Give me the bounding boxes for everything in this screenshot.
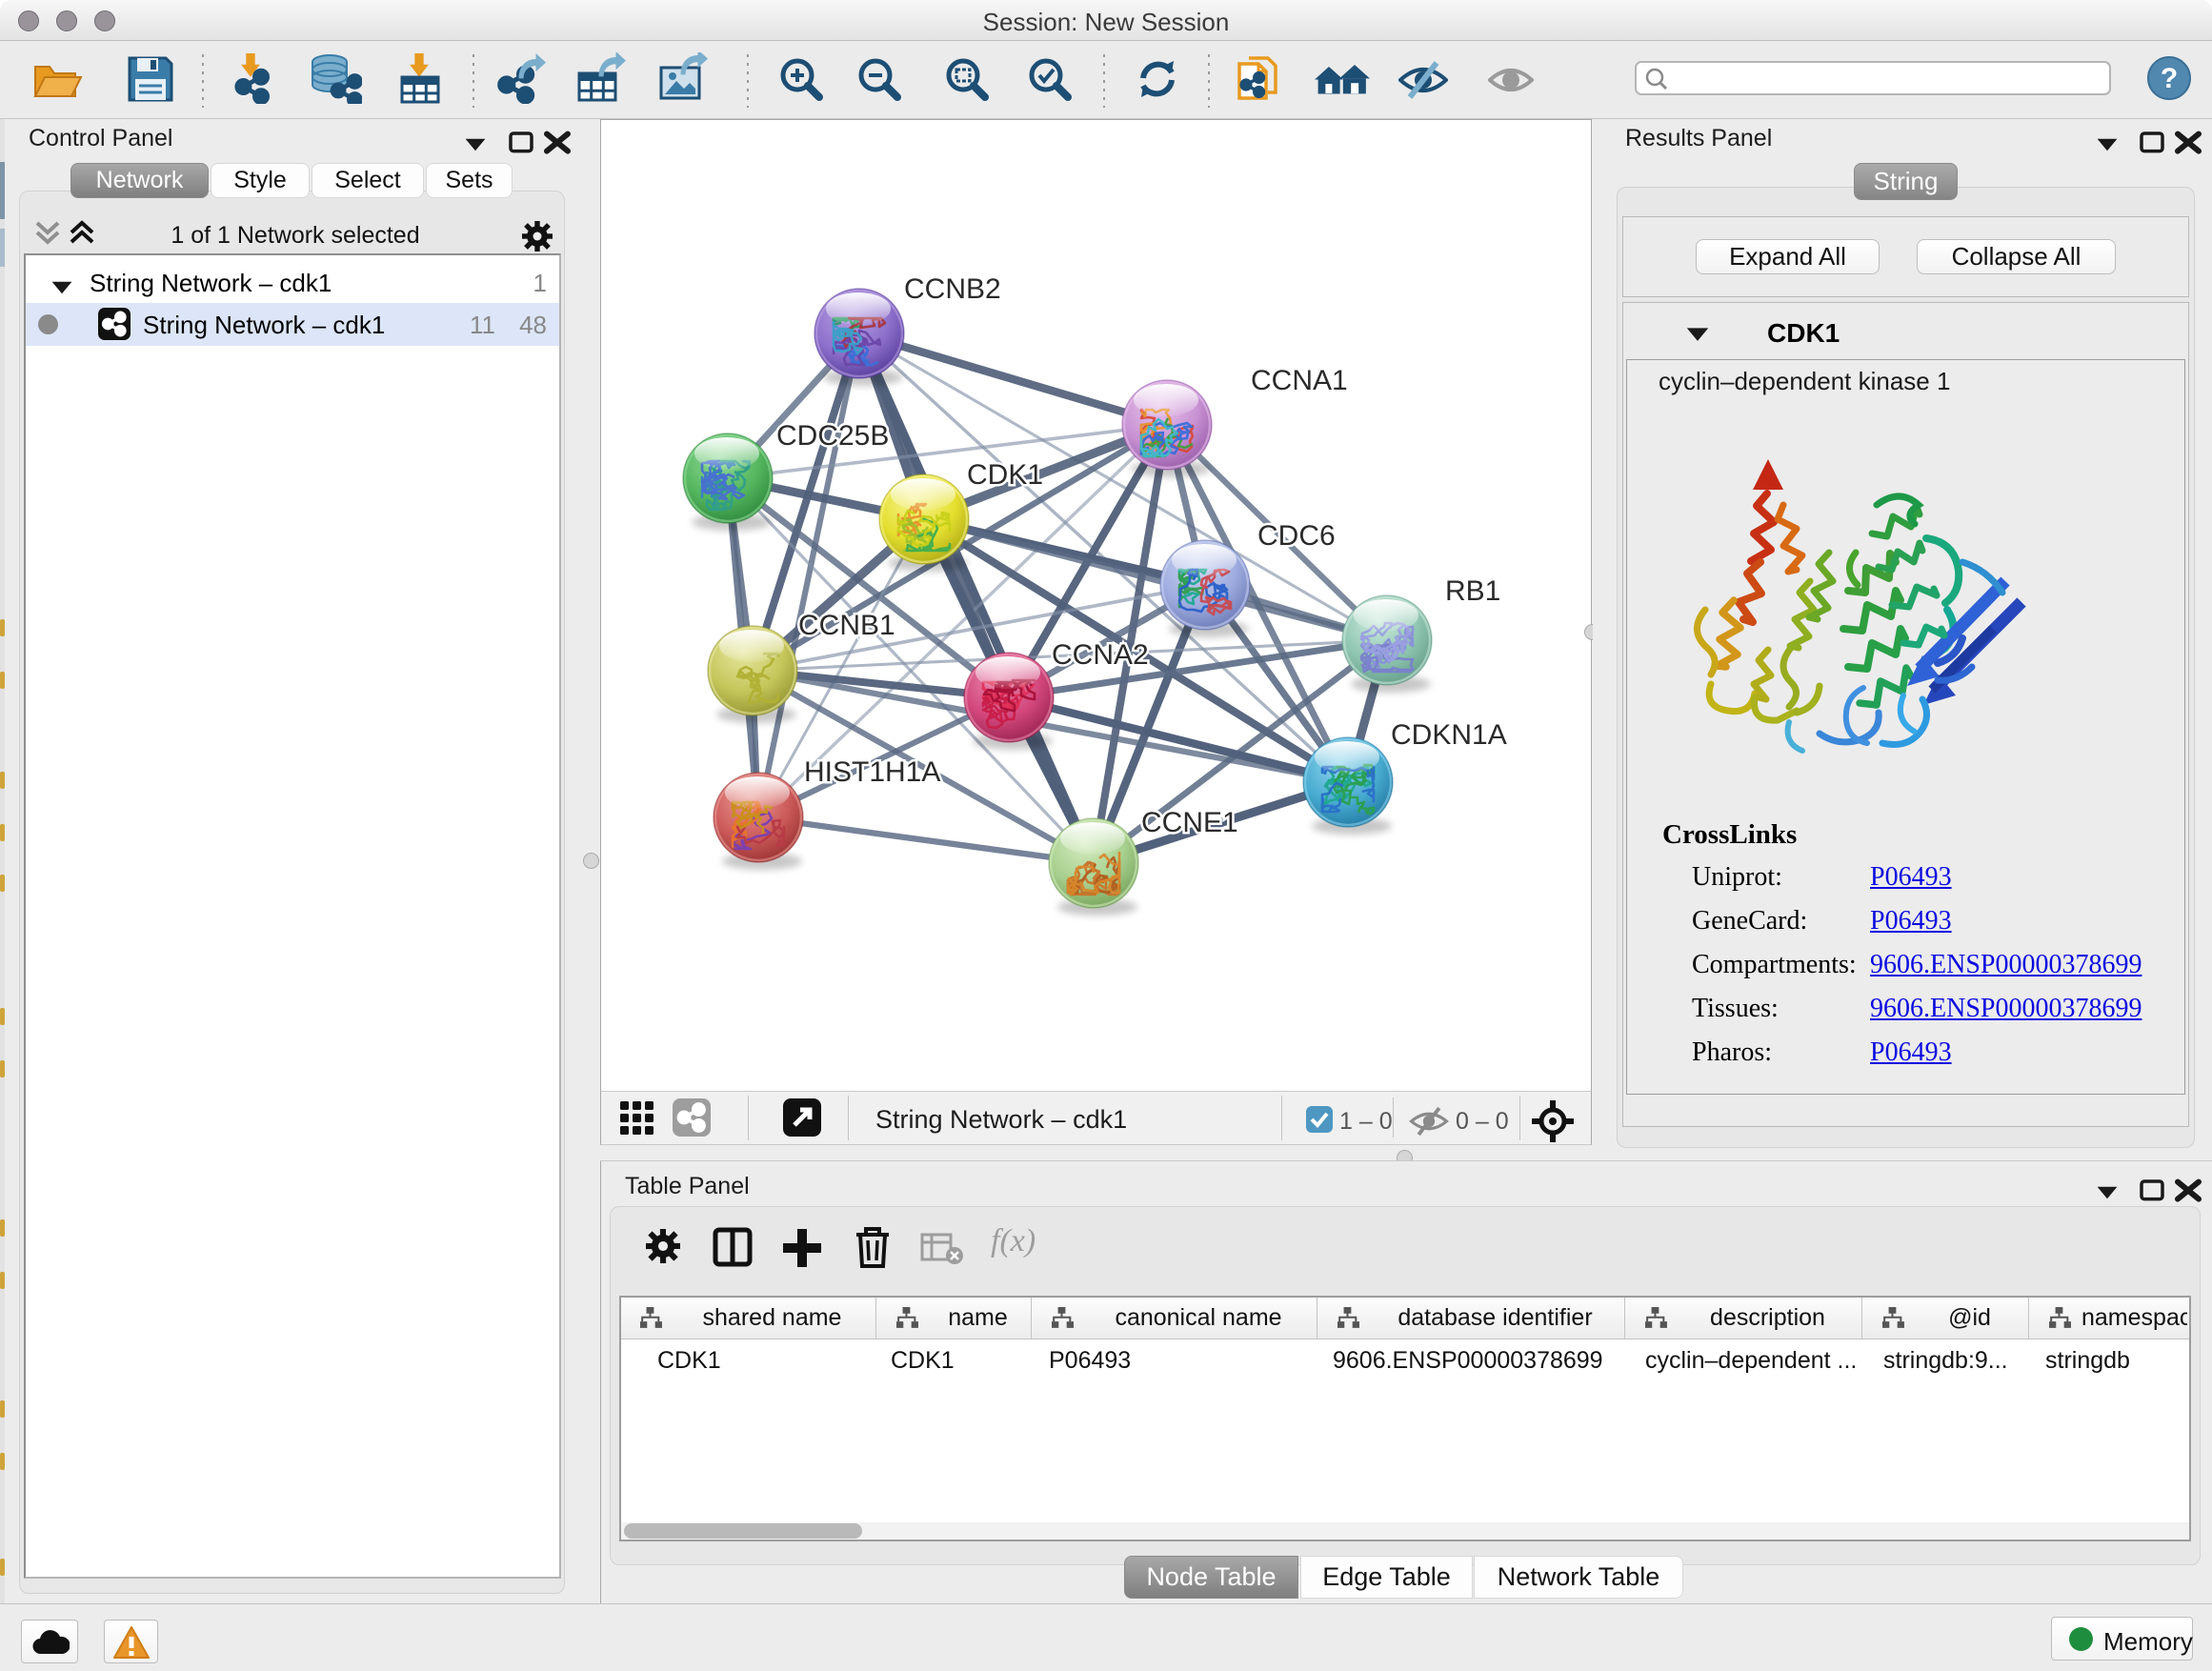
svg-text:?: ? bbox=[2161, 63, 2178, 94]
svg-text:RB1: RB1 bbox=[1445, 575, 1500, 607]
svg-text:CDK1: CDK1 bbox=[967, 459, 1043, 491]
svg-text:HIST1H1A: HIST1H1A bbox=[804, 756, 940, 788]
svg-text:CDC6: CDC6 bbox=[1257, 520, 1336, 552]
svg-text:CDC25B: CDC25B bbox=[776, 420, 889, 452]
svg-text:CCNB2: CCNB2 bbox=[904, 273, 1001, 305]
svg-text:CCNA1: CCNA1 bbox=[1251, 365, 1348, 396]
svg-text:CCNB1: CCNB1 bbox=[798, 610, 895, 641]
svg-text:CDKN1A: CDKN1A bbox=[1391, 719, 1507, 751]
svg-text:CCNA2: CCNA2 bbox=[1052, 639, 1149, 671]
svg-text:CCNE1: CCNE1 bbox=[1141, 807, 1238, 838]
